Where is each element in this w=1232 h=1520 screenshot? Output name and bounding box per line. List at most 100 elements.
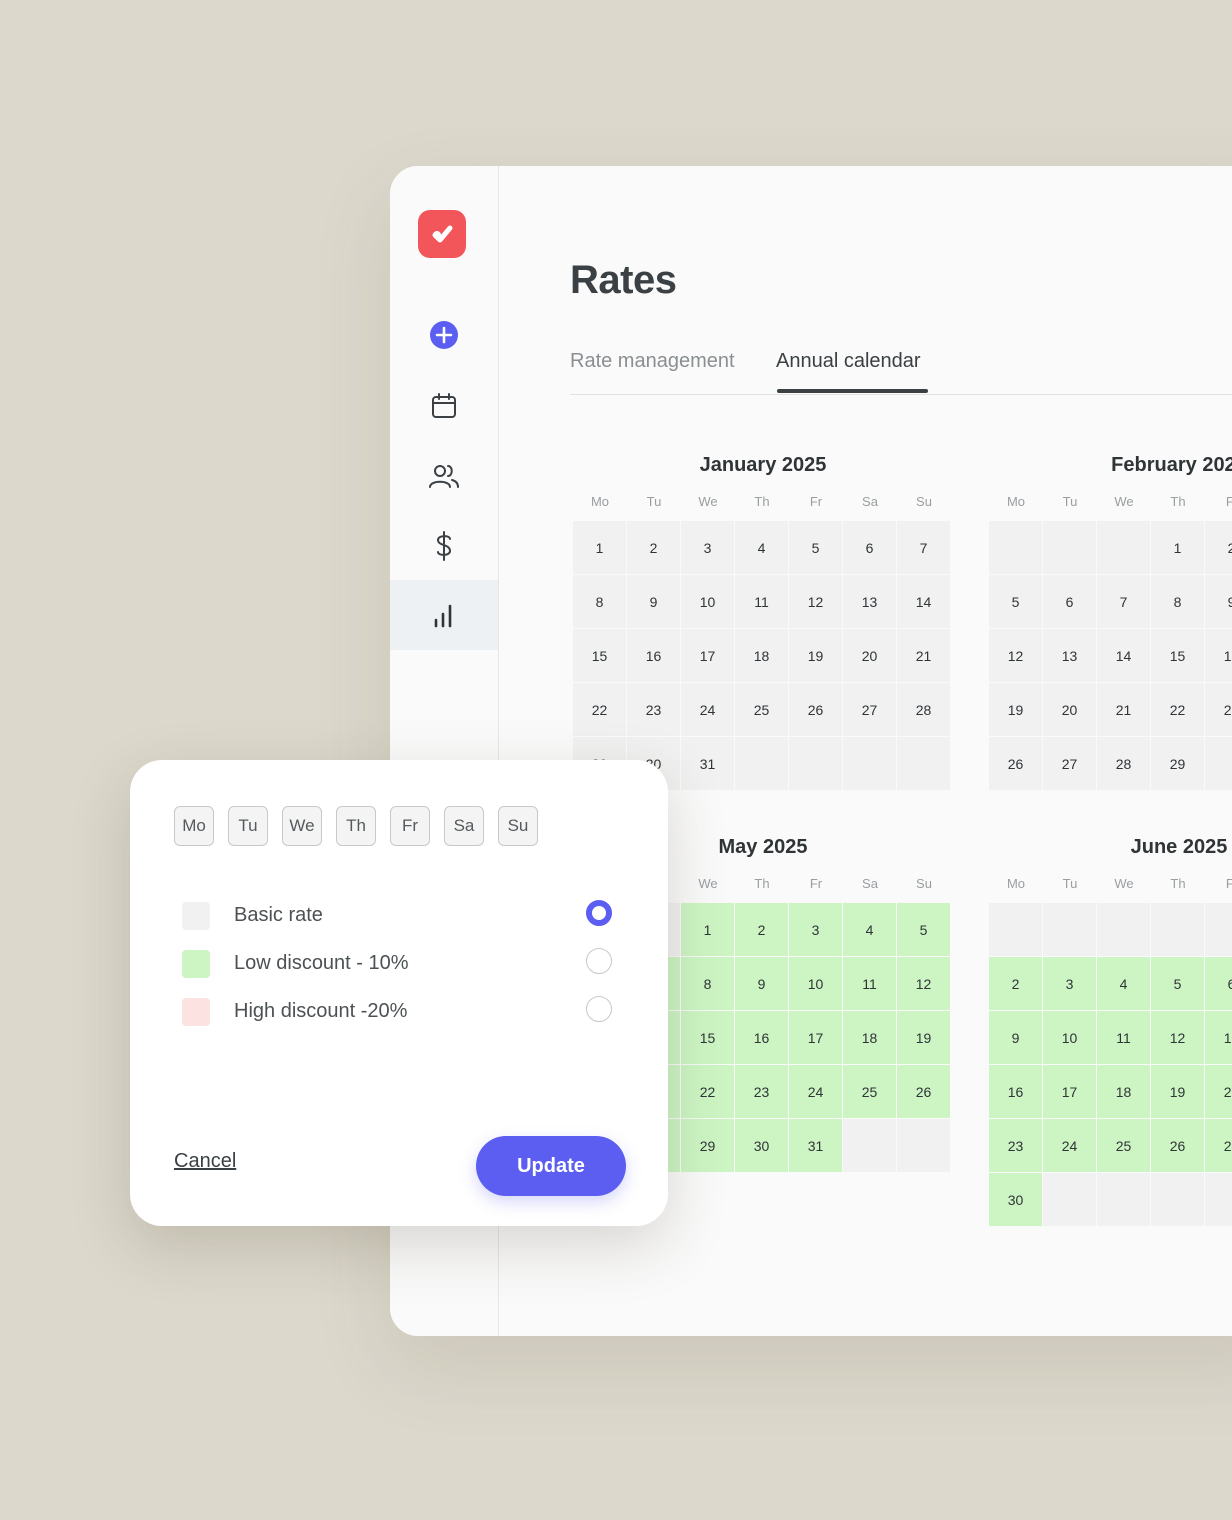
rate-option-low-discount[interactable]: Low discount - 10%	[180, 946, 620, 982]
calendar-day[interactable]: 13	[1043, 629, 1096, 682]
calendar-day[interactable]: 12	[1151, 1011, 1204, 1064]
weekday-chip-su[interactable]: Su	[498, 806, 538, 846]
calendar-day[interactable]: 8	[681, 957, 734, 1010]
calendar-day[interactable]: 2	[989, 957, 1042, 1010]
calendar-day[interactable]: 26	[989, 737, 1042, 790]
calendar-day[interactable]: 23	[735, 1065, 788, 1118]
nav-item-users[interactable]	[390, 441, 498, 511]
cancel-button[interactable]: Cancel	[174, 1150, 236, 1173]
calendar-day[interactable]: 8	[1151, 575, 1204, 628]
calendar-day[interactable]: 14	[1097, 629, 1150, 682]
nav-item-calendar[interactable]	[390, 371, 498, 441]
weekday-chip-fr[interactable]: Fr	[390, 806, 430, 846]
calendar-day[interactable]: 27	[843, 683, 896, 736]
calendar-day[interactable]: 17	[789, 1011, 842, 1064]
calendar-day[interactable]: 19	[897, 1011, 950, 1064]
calendar-day[interactable]: 4	[1097, 957, 1150, 1010]
calendar-day[interactable]: 3	[789, 903, 842, 956]
calendar-day[interactable]: 30	[989, 1173, 1042, 1226]
calendar-day[interactable]: 16	[627, 629, 680, 682]
calendar-day[interactable]: 1	[1151, 521, 1204, 574]
calendar-day[interactable]: 10	[1043, 1011, 1096, 1064]
rate-radio[interactable]	[586, 948, 612, 974]
calendar-day[interactable]: 11	[1097, 1011, 1150, 1064]
calendar-day[interactable]: 20	[1205, 1065, 1232, 1118]
calendar-day[interactable]: 28	[897, 683, 950, 736]
rate-radio[interactable]	[586, 996, 612, 1022]
calendar-day[interactable]: 26	[897, 1065, 950, 1118]
nav-item-pricing[interactable]	[390, 511, 498, 581]
calendar-day[interactable]: 31	[681, 737, 734, 790]
update-button[interactable]: Update	[476, 1136, 626, 1196]
weekday-chip-th[interactable]: Th	[336, 806, 376, 846]
calendar-day[interactable]: 5	[1151, 957, 1204, 1010]
calendar-day[interactable]: 9	[989, 1011, 1042, 1064]
calendar-day[interactable]: 10	[789, 957, 842, 1010]
calendar-day[interactable]: 23	[627, 683, 680, 736]
calendar-day[interactable]: 20	[843, 629, 896, 682]
calendar-day[interactable]: 22	[681, 1065, 734, 1118]
nav-item-add[interactable]	[390, 300, 498, 370]
calendar-day[interactable]: 23	[1205, 683, 1232, 736]
calendar-day[interactable]: 7	[897, 521, 950, 574]
calendar-day[interactable]: 20	[1043, 683, 1096, 736]
calendar-day[interactable]: 22	[573, 683, 626, 736]
calendar-day[interactable]: 26	[789, 683, 842, 736]
calendar-day[interactable]: 5	[789, 521, 842, 574]
calendar-day[interactable]: 17	[681, 629, 734, 682]
tab-rate-management[interactable]: Rate management	[570, 350, 735, 373]
calendar-day[interactable]: 22	[1151, 683, 1204, 736]
calendar-day[interactable]: 30	[735, 1119, 788, 1172]
weekday-chip-mo[interactable]: Mo	[174, 806, 214, 846]
calendar-day[interactable]: 4	[843, 903, 896, 956]
calendar-day[interactable]: 18	[843, 1011, 896, 1064]
calendar-day[interactable]: 2	[627, 521, 680, 574]
calendar-day[interactable]: 1	[573, 521, 626, 574]
calendar-day[interactable]: 27	[1205, 1119, 1232, 1172]
calendar-day[interactable]: 9	[1205, 575, 1232, 628]
calendar-day[interactable]: 18	[735, 629, 788, 682]
calendar-day[interactable]: 5	[989, 575, 1042, 628]
calendar-day[interactable]: 24	[681, 683, 734, 736]
calendar-day[interactable]: 5	[897, 903, 950, 956]
calendar-day[interactable]: 19	[789, 629, 842, 682]
calendar-day[interactable]: 11	[735, 575, 788, 628]
calendar-day[interactable]: 3	[681, 521, 734, 574]
calendar-day[interactable]: 9	[735, 957, 788, 1010]
calendar-day[interactable]: 23	[989, 1119, 1042, 1172]
calendar-day[interactable]: 18	[1097, 1065, 1150, 1118]
calendar-day[interactable]: 27	[1043, 737, 1096, 790]
calendar-day[interactable]: 11	[843, 957, 896, 1010]
calendar-day[interactable]: 3	[1043, 957, 1096, 1010]
calendar-day[interactable]: 29	[1151, 737, 1204, 790]
calendar-day[interactable]: 21	[897, 629, 950, 682]
calendar-day[interactable]: 1	[681, 903, 734, 956]
weekday-chip-we[interactable]: We	[282, 806, 322, 846]
calendar-day[interactable]: 15	[1151, 629, 1204, 682]
calendar-day[interactable]: 2	[735, 903, 788, 956]
calendar-day[interactable]: 6	[1043, 575, 1096, 628]
calendar-day[interactable]: 28	[1097, 737, 1150, 790]
calendar-day[interactable]: 8	[573, 575, 626, 628]
weekday-chip-tu[interactable]: Tu	[228, 806, 268, 846]
calendar-day[interactable]: 25	[843, 1065, 896, 1118]
calendar-day[interactable]: 14	[897, 575, 950, 628]
weekday-chip-sa[interactable]: Sa	[444, 806, 484, 846]
calendar-day[interactable]: 16	[735, 1011, 788, 1064]
tab-annual-calendar[interactable]: Annual calendar	[776, 350, 921, 373]
calendar-day[interactable]: 19	[989, 683, 1042, 736]
calendar-day[interactable]: 25	[1097, 1119, 1150, 1172]
calendar-day[interactable]: 15	[573, 629, 626, 682]
calendar-day[interactable]: 17	[1043, 1065, 1096, 1118]
app-logo[interactable]	[418, 210, 466, 258]
calendar-day[interactable]: 24	[789, 1065, 842, 1118]
calendar-day[interactable]: 25	[735, 683, 788, 736]
calendar-day[interactable]: 26	[1151, 1119, 1204, 1172]
calendar-day[interactable]: 12	[897, 957, 950, 1010]
calendar-day[interactable]: 13	[843, 575, 896, 628]
rate-option-high-discount[interactable]: High discount -20%	[180, 994, 620, 1030]
calendar-day[interactable]: 12	[789, 575, 842, 628]
calendar-day[interactable]: 10	[681, 575, 734, 628]
calendar-day[interactable]: 4	[735, 521, 788, 574]
calendar-day[interactable]: 16	[989, 1065, 1042, 1118]
